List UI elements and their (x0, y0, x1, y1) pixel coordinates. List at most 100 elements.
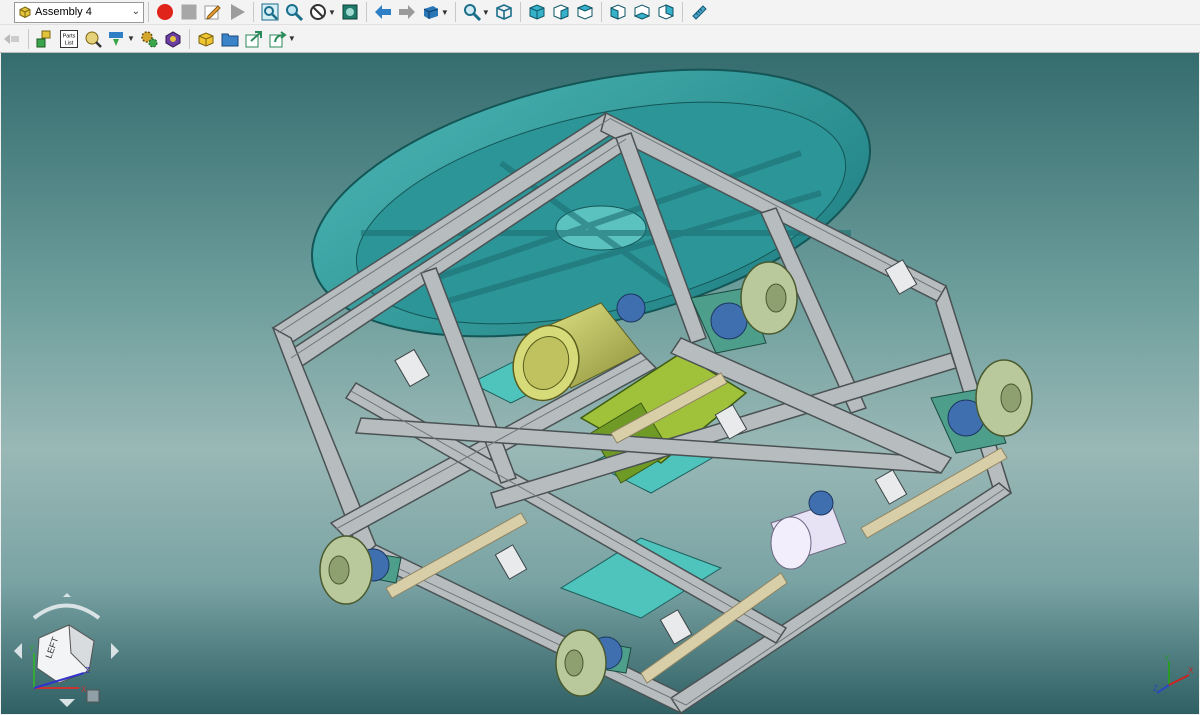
assembly-model[interactable] (1, 53, 1199, 714)
fit-selection-icon (342, 4, 358, 20)
view-right-icon (658, 4, 674, 20)
view-top-icon (576, 4, 594, 20)
stop-icon (181, 4, 197, 20)
assembly-selector[interactable]: Assembly 4 ⌄ (14, 1, 144, 23)
hide-button[interactable] (307, 1, 329, 23)
zoom-button[interactable] (283, 1, 305, 23)
toolbar-row-2: Parts List ▼ ▼ (0, 25, 1200, 53)
settings-button[interactable] (138, 28, 160, 50)
view-cube-axis-y: Y (29, 644, 35, 653)
triad-y-label: Y (1164, 654, 1170, 663)
open-folder-button[interactable] (219, 28, 241, 50)
wireframe-button[interactable] (493, 1, 515, 23)
insert-part-button[interactable] (106, 28, 128, 50)
chevron-down-icon[interactable]: ▼ (328, 8, 336, 17)
view-orientation-icon (423, 6, 439, 19)
separator (519, 2, 521, 22)
view-right-button[interactable] (655, 1, 677, 23)
chevron-down-icon[interactable]: ▼ (288, 34, 296, 43)
3d-viewport[interactable]: LEFT Z X Y Y X Z (1, 53, 1199, 714)
triad-z-label: Z (1153, 684, 1158, 693)
chevron-down-icon[interactable]: ▼ (482, 8, 490, 17)
ruler-icon (692, 5, 707, 20)
share-button[interactable] (267, 28, 289, 50)
play-button[interactable] (226, 1, 248, 23)
arrow-right-icon (398, 5, 415, 19)
view-back-button[interactable] (550, 1, 572, 23)
view-cube-graphic: LEFT Z X Y (14, 593, 119, 707)
axis-triad: Y X Z (1151, 653, 1196, 698)
chevron-down-icon[interactable]: ⌄ (132, 6, 140, 17)
view-back-icon (553, 4, 569, 20)
arrow-left-icon (374, 5, 391, 19)
assembly-tree-icon (36, 30, 51, 47)
components-button[interactable] (162, 28, 184, 50)
inspect-button[interactable] (82, 28, 104, 50)
separator (681, 2, 683, 22)
separator (188, 28, 190, 49)
separator (365, 2, 367, 22)
sketch-button[interactable] (202, 1, 224, 23)
zoom-window-button[interactable] (461, 1, 483, 23)
export-button[interactable] (243, 28, 265, 50)
separator (600, 2, 602, 22)
view-cube-axis-x: X (81, 685, 87, 694)
rotate-left-icon (14, 643, 22, 659)
chevron-down-icon[interactable]: ▼ (441, 8, 449, 17)
zoom-window-icon (463, 4, 481, 21)
zoom-icon (286, 4, 303, 21)
view-orientation-button[interactable] (420, 1, 442, 23)
view-cube-axis-z: Z (85, 666, 90, 675)
wheel-front-left[interactable] (319, 535, 402, 605)
export-icon (245, 30, 262, 47)
stop-button[interactable] (178, 1, 200, 23)
roller[interactable] (770, 490, 847, 570)
view-left-icon (633, 4, 651, 20)
parts-list-label-bottom: List (65, 40, 74, 46)
assembly-cube-icon (19, 6, 31, 18)
play-icon (231, 4, 245, 20)
measure-button[interactable] (688, 1, 710, 23)
parts-list-button[interactable]: Parts List (58, 28, 80, 50)
back-button[interactable] (372, 1, 394, 23)
wheel-front-right[interactable] (930, 359, 1033, 454)
record-icon (157, 4, 173, 20)
view-front-button[interactable] (526, 1, 548, 23)
separator (148, 2, 149, 22)
view-bottom-icon (610, 4, 626, 20)
home-view-icon (86, 689, 100, 703)
navigate-button[interactable] (1, 28, 23, 50)
no-entry-icon (310, 4, 326, 20)
view-top-button[interactable] (574, 1, 596, 23)
open-folder-icon (221, 33, 239, 46)
rotate-right-icon (111, 643, 119, 659)
rotate-down-icon (59, 699, 75, 707)
parts-list-label-top: Parts (63, 33, 76, 39)
separator (253, 2, 254, 22)
chevron-down-icon[interactable]: ▼ (127, 34, 135, 43)
wireframe-cube-icon (495, 4, 512, 20)
inspect-icon (85, 31, 102, 48)
components-icon (165, 30, 181, 48)
zoom-fit-button[interactable] (259, 1, 281, 23)
axis-triad-graphic: Y X Z (1153, 654, 1194, 694)
record-button[interactable] (154, 1, 176, 23)
wheel-rear-left[interactable] (555, 629, 632, 697)
view-left-button[interactable] (631, 1, 653, 23)
new-part-button[interactable] (195, 28, 217, 50)
zoom-fit-icon (261, 3, 279, 21)
new-part-icon (198, 31, 214, 47)
share-icon (269, 30, 287, 47)
forward-button[interactable] (396, 1, 418, 23)
insert-part-icon (109, 31, 123, 46)
view-bottom-button[interactable] (607, 1, 629, 23)
settings-gears-icon (141, 30, 158, 47)
fit-selection-button[interactable] (339, 1, 361, 23)
view-front-icon (529, 4, 545, 20)
sketch-pencil-icon (204, 5, 221, 20)
assembly-selector-value: Assembly 4 (35, 6, 92, 18)
assembly-tree-button[interactable] (34, 28, 56, 50)
toolbar-row-1: Assembly 4 ⌄ ▼ ▼ ▼ (0, 0, 1200, 25)
view-cube[interactable]: LEFT Z X Y (9, 593, 124, 708)
navigate-icon (4, 33, 19, 44)
